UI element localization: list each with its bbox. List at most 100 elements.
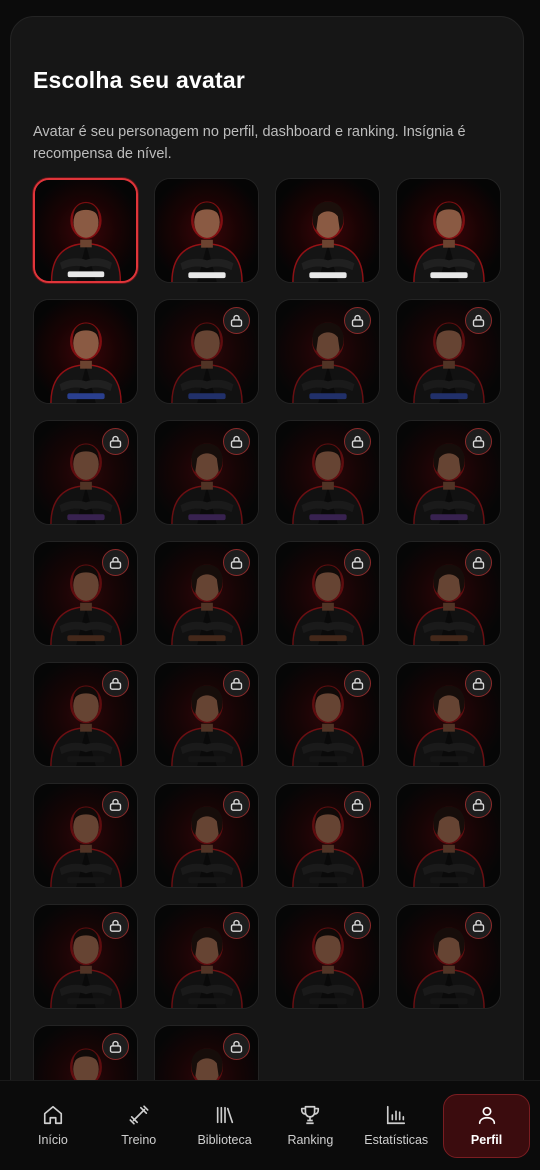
lock-badge	[465, 791, 492, 818]
avatar-option[interactable]	[33, 178, 138, 283]
nav-item-inicio[interactable]: Início	[10, 1094, 96, 1158]
avatar-option-locked[interactable]	[396, 541, 501, 646]
lock-icon	[230, 677, 243, 690]
avatar-option-locked[interactable]	[275, 662, 380, 767]
lock-icon	[472, 677, 485, 690]
avatar-option-locked[interactable]	[154, 420, 259, 525]
avatar-option-locked[interactable]	[275, 541, 380, 646]
avatar-option-locked[interactable]	[396, 783, 501, 888]
lock-icon	[230, 435, 243, 448]
avatar-option[interactable]	[396, 178, 501, 283]
lock-icon	[472, 798, 485, 811]
lock-icon	[230, 919, 243, 932]
lock-icon	[351, 798, 364, 811]
dumbbell-icon	[129, 1105, 149, 1125]
lock-badge	[223, 428, 250, 455]
lock-icon	[109, 435, 122, 448]
lock-icon	[351, 435, 364, 448]
avatar-portrait	[35, 180, 136, 281]
lock-badge	[102, 670, 129, 697]
lock-icon	[472, 314, 485, 327]
avatar-option-locked[interactable]	[33, 420, 138, 525]
lock-icon	[109, 556, 122, 569]
avatar-portrait	[155, 179, 258, 282]
lock-badge	[102, 549, 129, 576]
nav-item-biblioteca[interactable]: Biblioteca	[182, 1094, 268, 1158]
avatar-option-locked[interactable]	[33, 662, 138, 767]
nav-item-perfil[interactable]: Perfil	[443, 1093, 530, 1158]
lock-icon	[109, 919, 122, 932]
avatar-option-locked[interactable]	[275, 420, 380, 525]
bar-chart-icon	[387, 1105, 406, 1125]
lock-icon	[230, 556, 243, 569]
lock-icon	[109, 677, 122, 690]
avatar-option-locked[interactable]	[396, 904, 501, 1009]
nav-label: Treino	[121, 1133, 157, 1147]
user-icon	[478, 1106, 495, 1125]
lock-badge	[344, 549, 371, 576]
avatar-option-locked[interactable]	[154, 1025, 259, 1085]
avatar-option-locked[interactable]	[154, 541, 259, 646]
avatar-option-locked[interactable]	[275, 783, 380, 888]
lock-badge	[102, 791, 129, 818]
lock-badge	[344, 791, 371, 818]
lock-badge	[223, 912, 250, 939]
avatar-grid	[33, 178, 501, 1085]
avatar-option-locked[interactable]	[33, 1025, 138, 1085]
avatar-option-locked[interactable]	[396, 420, 501, 525]
nav-item-treino[interactable]: Treino	[96, 1094, 182, 1158]
avatar-option-locked[interactable]	[396, 299, 501, 404]
lock-icon	[230, 314, 243, 327]
lock-badge	[102, 428, 129, 455]
lock-icon	[472, 556, 485, 569]
lock-icon	[472, 919, 485, 932]
lock-badge	[223, 1033, 250, 1060]
avatar-option[interactable]	[33, 299, 138, 404]
nav-label: Início	[37, 1133, 68, 1147]
lock-badge	[465, 670, 492, 697]
avatar-portrait	[276, 179, 379, 282]
lock-icon	[109, 1040, 122, 1053]
avatar-option-locked[interactable]	[154, 904, 259, 1009]
lock-badge	[465, 912, 492, 939]
avatar-option-locked[interactable]	[33, 783, 138, 888]
lock-icon	[109, 798, 122, 811]
avatar-option-locked[interactable]	[154, 783, 259, 888]
lock-icon	[351, 556, 364, 569]
lock-badge	[344, 912, 371, 939]
lock-badge	[465, 428, 492, 455]
avatar-option[interactable]	[275, 178, 380, 283]
avatar-option-locked[interactable]	[33, 541, 138, 646]
lock-badge	[223, 670, 250, 697]
lock-badge	[344, 307, 371, 334]
nav-label: Perfil	[470, 1133, 503, 1147]
bottom-navigation: Início Treino Biblioteca Ranking Estatís…	[0, 1080, 540, 1170]
avatar-option-locked[interactable]	[396, 662, 501, 767]
lock-icon	[351, 314, 364, 327]
nav-label: Ranking	[287, 1133, 334, 1147]
avatar-option[interactable]	[154, 178, 259, 283]
avatar-portrait	[397, 179, 500, 282]
nav-item-ranking[interactable]: Ranking	[267, 1094, 353, 1158]
lock-icon	[230, 798, 243, 811]
avatar-option-locked[interactable]	[154, 299, 259, 404]
lock-badge	[344, 428, 371, 455]
lock-badge	[223, 791, 250, 818]
avatar-option-locked[interactable]	[33, 904, 138, 1009]
avatar-option-locked[interactable]	[275, 299, 380, 404]
lock-badge	[344, 670, 371, 697]
avatar-option-locked[interactable]	[154, 662, 259, 767]
lock-badge	[465, 549, 492, 576]
lock-badge	[223, 307, 250, 334]
nav-label: Biblioteca	[197, 1133, 252, 1147]
page-subtitle: Avatar é seu personagem no perfil, dashb…	[33, 124, 466, 162]
nav-label: Estatísticas	[364, 1133, 429, 1147]
lock-badge	[102, 912, 129, 939]
library-icon	[216, 1106, 233, 1124]
avatar-option-locked[interactable]	[275, 904, 380, 1009]
avatar-portrait	[34, 300, 137, 403]
lock-icon	[230, 1040, 243, 1053]
lock-badge	[465, 307, 492, 334]
nav-item-estatisticas[interactable]: Estatísticas	[353, 1094, 439, 1158]
page-title: Escolha seu avatar	[33, 67, 245, 93]
